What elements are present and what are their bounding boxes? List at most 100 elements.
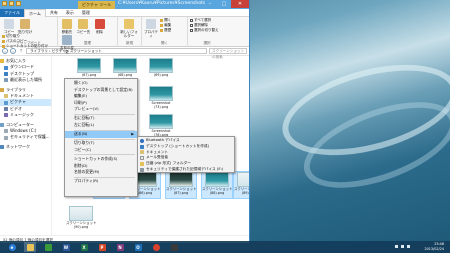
image-preview	[69, 206, 93, 221]
menu-rotate-left[interactable]: 左に回転(L)	[65, 122, 137, 129]
usb-drive-icon	[140, 167, 144, 172]
move-to-button[interactable]: 移動先	[60, 18, 74, 34]
file-thumbnail[interactable]: (69).png	[146, 58, 176, 84]
new-folder-icon[interactable]	[16, 1, 21, 6]
network-icon	[0, 145, 4, 150]
menu-properties[interactable]: プロパティ(R)	[65, 178, 137, 185]
menu-set-desktop-background[interactable]: デスクトップの背景として設定(B)	[65, 87, 137, 94]
invert-selection-button[interactable]: 選択の切り替え	[190, 28, 224, 33]
ie-icon: e	[8, 243, 16, 251]
documents-icon	[4, 94, 8, 99]
checkbox-icon	[190, 29, 193, 32]
powerpoint-taskbar-button[interactable]: P	[96, 242, 108, 252]
store-taskbar-button[interactable]	[42, 242, 54, 252]
address-bar[interactable]: ライブラリ › ピクチャ › スクリーンショット	[26, 48, 207, 54]
new-folder-icon	[124, 19, 134, 29]
onenote-taskbar-button[interactable]: N	[114, 242, 126, 252]
word-icon: W	[62, 243, 70, 251]
maximize-button[interactable]: □	[217, 0, 231, 8]
tab-share[interactable]: 共有	[46, 9, 62, 17]
media-icon	[170, 243, 178, 251]
excel-taskbar-button[interactable]: X	[78, 242, 90, 252]
ie-taskbar-button[interactable]: e	[6, 242, 18, 252]
folder-icon[interactable]	[2, 1, 7, 6]
sendto-secure-device[interactable]: セキュリティで保護された記憶域デバイス (E:)	[138, 167, 234, 173]
arrow-up-icon[interactable]	[395, 245, 398, 248]
image-preview	[169, 172, 193, 187]
file-thumbnail[interactable]: Screenshot (73).png	[146, 86, 176, 112]
ribbon: コピー 貼り付け 切り取り パスのコピー ショートカットの貼り付け クリップボー…	[0, 17, 249, 54]
delete-button[interactable]: 削除	[93, 18, 107, 34]
zip-folder-icon	[140, 162, 144, 167]
minimize-button[interactable]: –	[203, 0, 217, 8]
excel-icon: X	[80, 243, 88, 251]
move-icon	[62, 19, 72, 29]
tab-file[interactable]: ファイル	[0, 8, 24, 17]
menu-print[interactable]: 印刷(P)	[65, 100, 137, 107]
organize-group: 移動先 コピー先 削除 名前の変更 整理	[58, 17, 118, 54]
file-thumbnail[interactable]: スクリーンショット (87).png	[165, 171, 197, 199]
outlook-taskbar-button[interactable]: O	[132, 242, 144, 252]
volume-icon[interactable]	[407, 245, 410, 248]
image-preview	[149, 86, 173, 101]
quick-access-toolbar	[2, 1, 21, 6]
menu-edit[interactable]: 編集(E)	[65, 93, 137, 100]
edit-icon	[160, 24, 164, 27]
video-icon	[4, 107, 8, 112]
file-name-suffix: (87).png	[173, 191, 189, 195]
library-icon	[0, 87, 4, 92]
new-group: 新しいフォルダー 新規	[118, 17, 142, 47]
menu-rename[interactable]: 名前の変更(M)	[65, 169, 137, 176]
menu-separator	[74, 154, 135, 155]
copy-to-button[interactable]: コピー先	[76, 18, 90, 34]
nav-network[interactable]: ネットワーク	[0, 144, 51, 150]
file-name-suffix: (88).png	[209, 191, 225, 195]
properties-button[interactable]: プロパティ	[144, 18, 158, 38]
new-folder-button[interactable]: 新しいフォルダー	[120, 18, 138, 38]
explorer-taskbar-button[interactable]	[24, 242, 36, 252]
picture-tools-tab[interactable]: ピクチャ ツール	[78, 1, 116, 9]
desktop-icon	[140, 144, 144, 149]
context-menu: 開く(O) デスクトップの背景として設定(B) 編集(E) 印刷(P) プレビュ…	[64, 78, 138, 197]
navigation-pane: お気に入り ダウンロード デスクトップ 最近表示した場所 ライブラリ ドキュメン…	[0, 56, 52, 243]
paste-button[interactable]: 貼り付け	[18, 18, 32, 34]
store-icon	[44, 243, 52, 251]
image-preview	[113, 58, 137, 73]
close-button[interactable]: ✕	[231, 0, 249, 8]
menu-create-shortcut[interactable]: ショートカットの作成(S)	[65, 156, 137, 163]
chrome-taskbar-button[interactable]	[150, 242, 162, 252]
file-thumbnail[interactable]: スクリーンショット (90).png	[66, 206, 96, 232]
desktop-icon	[4, 72, 8, 77]
checkbox-icon	[190, 24, 193, 27]
history-button[interactable]: 履歴	[160, 28, 171, 33]
media-taskbar-button[interactable]	[168, 242, 180, 252]
word-taskbar-button[interactable]: W	[60, 242, 72, 252]
search-input[interactable]: スクリーンショットの検索	[209, 48, 247, 59]
tab-view[interactable]: 表示	[62, 9, 78, 17]
menu-delete[interactable]: 削除(D)	[65, 163, 137, 170]
copy-button[interactable]: コピー	[2, 18, 16, 34]
menu-separator	[74, 129, 135, 131]
file-thumbnail[interactable]: スクリーンショット(89).png	[233, 171, 249, 199]
tab-manage[interactable]: 管理	[78, 9, 94, 17]
ribbon-tabs: ファイル ホーム 共有 表示 管理	[0, 8, 249, 17]
properties-icon[interactable]	[9, 1, 14, 6]
system-tray-icons	[395, 245, 410, 248]
menu-preview[interactable]: プレビュー(V)	[65, 106, 137, 113]
menu-rotate-right[interactable]: 右に回転(T)	[65, 115, 137, 122]
bluetooth-icon	[140, 138, 144, 143]
recent-places-icon	[4, 78, 8, 83]
menu-send-to[interactable]: 送る(N) ▶	[65, 131, 137, 138]
menu-open[interactable]: 開く(O)	[65, 80, 137, 87]
documents-icon	[140, 150, 144, 155]
menu-send-to-label: 送る(N)	[74, 131, 88, 137]
open-icon	[160, 19, 164, 22]
folder-icon	[26, 243, 34, 251]
network-icon[interactable]	[401, 245, 404, 248]
mail-icon	[140, 156, 144, 161]
file-thumbnail[interactable]: スクリーンショット (88).png	[201, 171, 233, 199]
menu-cut[interactable]: 切り取り(T)	[65, 140, 137, 147]
clock[interactable]: 23:48 2013/02/24	[424, 242, 444, 251]
menu-copy[interactable]: コピー(C)	[65, 147, 137, 154]
tab-home[interactable]: ホーム	[24, 8, 46, 17]
